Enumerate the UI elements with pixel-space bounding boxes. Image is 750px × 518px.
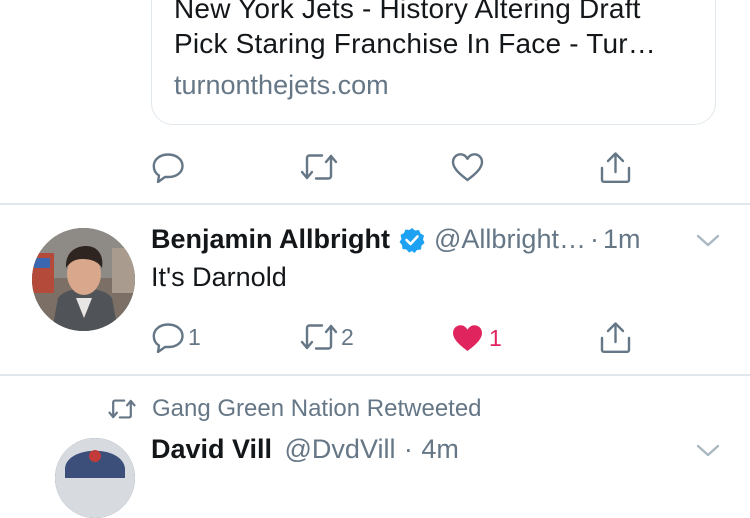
like-button[interactable] (451, 152, 484, 182)
verified-badge-icon (399, 227, 425, 253)
retweet-icon (300, 324, 338, 350)
separator-dot: · (403, 434, 413, 464)
card-title: New York Jets - History Altering Draft P… (174, 0, 704, 61)
display-name[interactable]: David Vill (151, 434, 272, 464)
handle[interactable]: @DvdVill (285, 434, 396, 464)
chevron-down-icon[interactable] (696, 444, 720, 458)
reply-icon (152, 153, 184, 183)
like-count: 1 (489, 324, 502, 351)
avatar[interactable] (32, 228, 135, 331)
like-button[interactable]: 1 (451, 323, 502, 353)
tweet-divider (0, 374, 750, 376)
reply-count: 1 (188, 324, 201, 350)
tweet-header: Benjamin Allbright @Allbright… · 1m (151, 224, 641, 255)
avatar-photo (55, 438, 135, 518)
retweet-icon (300, 154, 338, 180)
tweet-header: David Vill @DvdVill · 4m (151, 434, 459, 465)
avatar-photo (32, 228, 135, 331)
share-button[interactable] (599, 151, 632, 184)
heart-filled-icon (453, 325, 482, 351)
reply-icon (152, 323, 184, 353)
share-icon (600, 152, 631, 183)
retweet-button[interactable] (300, 152, 338, 182)
retweet-icon (108, 399, 136, 419)
display-name[interactable]: Benjamin Allbright (151, 224, 390, 255)
heart-outline-icon (451, 153, 484, 182)
reply-button[interactable] (152, 152, 185, 183)
retweeted-by-label[interactable]: Gang Green Nation Retweeted (152, 395, 482, 423)
chevron-down-icon[interactable] (696, 234, 720, 248)
timestamp[interactable]: 4m (421, 434, 459, 464)
tweet-text: It's Darnold (151, 262, 287, 292)
retweet-button[interactable]: 2 (300, 322, 354, 352)
reply-button[interactable]: 1 (152, 322, 201, 353)
link-preview-card[interactable]: New York Jets - History Altering Draft P… (151, 0, 716, 125)
retweet-count: 2 (341, 323, 354, 350)
timestamp[interactable]: 1m (603, 224, 641, 255)
handle[interactable]: @Allbright… (434, 224, 586, 255)
tweet-divider (0, 203, 750, 205)
card-domain: turnonthejets.com (174, 70, 389, 100)
separator-dot: · (589, 224, 599, 254)
share-icon (600, 322, 631, 353)
card-title-line-2: Pick Staring Franchise In Face - Tur… (174, 28, 657, 59)
card-title-line-1: New York Jets - History Altering Draft (174, 0, 641, 24)
share-button[interactable] (599, 321, 632, 354)
avatar[interactable] (55, 438, 135, 518)
